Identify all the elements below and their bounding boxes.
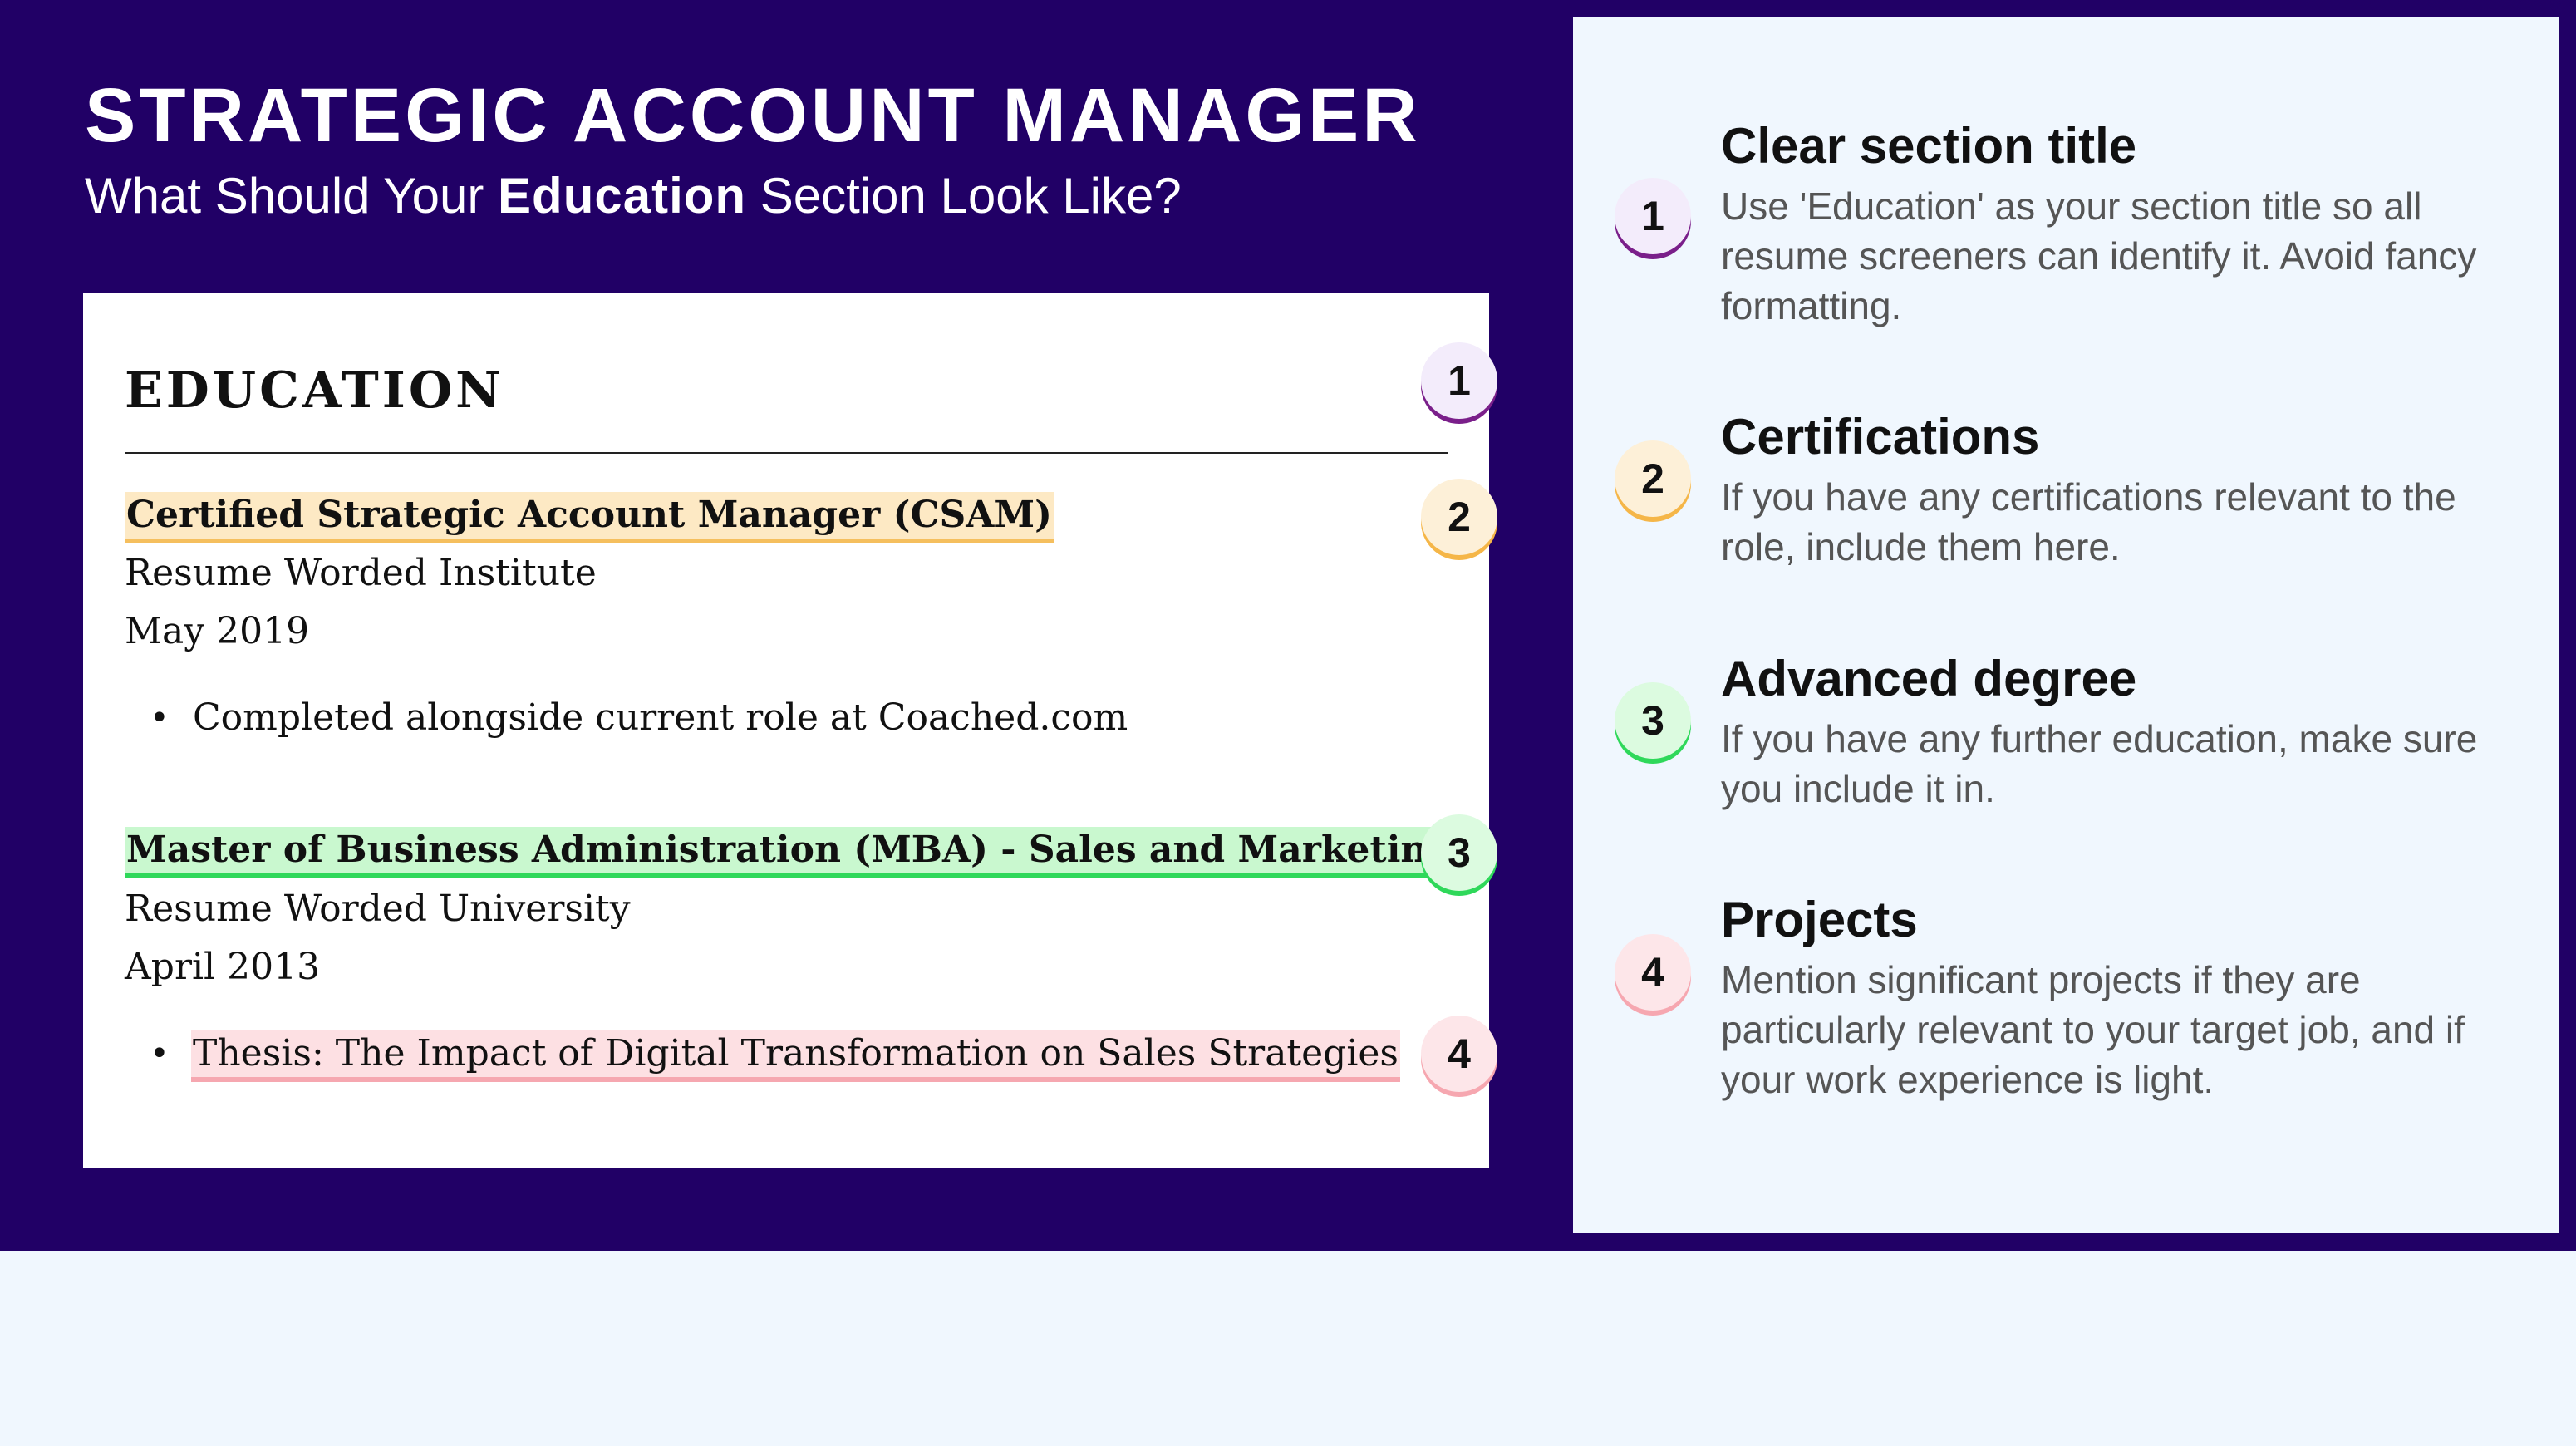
entry-1-institution: Resume Worded Institute [125,552,597,594]
badge-3: 3 [1421,814,1497,891]
page-title: STRATEGIC ACCOUNT MANAGER [85,73,1421,158]
tip-3-text: If you have any further education, make … [1721,717,2478,810]
badge-1: 1 [1421,342,1497,419]
tip-2-heading: Certifications [1721,409,2040,465]
tip-4-text: Mention significant projects if they are… [1721,958,2465,1101]
entry-2-date: April 2013 [125,946,321,988]
bullet-glyph: • [150,699,170,737]
resume-education-card: EDUCATION 1 Certified Strategic Account … [83,293,1497,1168]
tips-panel: Clear section title 1 Use 'Education' as… [1573,17,2559,1233]
bullet-glyph: • [150,1035,170,1073]
entry-2-title: Master of Business Administration (MBA) … [125,827,1455,878]
tip-3-heading: Advanced degree [1721,651,2137,706]
entry-1-date: May 2019 [125,610,310,652]
subtitle-lead: What Should Your [85,168,499,224]
badge-2: 2 [1421,479,1497,555]
education-section-title: EDUCATION [125,362,504,420]
tip-4-heading: Projects [1721,892,1918,947]
tip-2-badge: 2 [1615,440,1691,517]
tip-1-badge: 1 [1615,178,1691,254]
tip-3-badge: 3 [1615,682,1691,759]
entry-2-institution: Resume Worded University [125,888,631,930]
section-divider [125,452,1448,454]
entry-2-bullet: • Thesis: The Impact of Digital Transfor… [150,1030,1401,1082]
tip-4-badge: 4 [1615,934,1691,1011]
entry-2-bullet-text: Thesis: The Impact of Digital Transforma… [191,1030,1401,1082]
tip-1-heading: Clear section title [1721,118,2137,174]
page-subtitle: What Should Your Education Section Look … [85,163,1182,229]
entry-1-bullet-text: Completed alongside current role at Coac… [193,696,1128,739]
tip-1-text: Use 'Education' as your section title so… [1721,184,2477,327]
badge-4: 4 [1421,1016,1497,1092]
subtitle-emphasis: Education [498,168,747,224]
subtitle-tail: Section Look Like? [746,168,1182,224]
entry-1-title: Certified Strategic Account Manager (CSA… [125,492,1054,543]
tip-2-text: If you have any certifications relevant … [1721,475,2456,568]
entry-1-bullet: • Completed alongside current role at Co… [150,695,1129,741]
